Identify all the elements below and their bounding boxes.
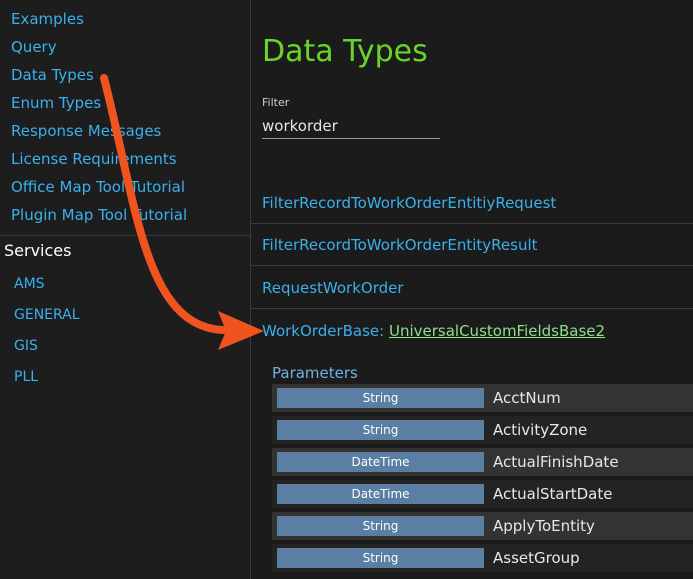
sidebar-item-query[interactable]: Query xyxy=(0,33,250,61)
parameter-type-badge: String xyxy=(277,420,484,440)
sidebar-item-office-map-tool-tutorial[interactable]: Office Map Tool Tutorial xyxy=(0,173,250,201)
service-item-general[interactable]: GENERAL xyxy=(0,300,250,331)
service-item-pll[interactable]: PLL xyxy=(0,362,250,393)
parameter-name: ActualStartDate xyxy=(493,485,613,503)
main-content: Data Types Filter FilterRecordToWorkOrde… xyxy=(251,0,693,579)
services-list: AMS GENERAL GIS PLL xyxy=(0,269,250,393)
service-item-gis[interactable]: GIS xyxy=(0,331,250,362)
parameter-type-badge: String xyxy=(277,516,484,536)
parameter-type-badge: String xyxy=(277,548,484,568)
parameter-name: ActualFinishDate xyxy=(493,453,619,471)
sidebar-divider xyxy=(0,235,250,236)
type-link-filter-record-result[interactable]: FilterRecordToWorkOrderEntityResult xyxy=(262,236,538,254)
parameter-type-badge: DateTime xyxy=(277,484,484,504)
sidebar-nav: Examples Query Data Types Enum Types Res… xyxy=(0,0,250,229)
base-type-link[interactable]: UniversalCustomFieldsBase2 xyxy=(389,322,605,340)
parameter-name: ApplyToEntity xyxy=(493,517,595,535)
parameter-name: AcctNum xyxy=(493,389,561,407)
sidebar-item-data-types[interactable]: Data Types xyxy=(0,61,250,89)
sidebar-item-response-messages[interactable]: Response Messages xyxy=(0,117,250,145)
sidebar-item-plugin-map-tool-tutorial[interactable]: Plugin Map Tool Tutorial xyxy=(0,201,250,229)
parameter-row: String ApplyToEntity xyxy=(272,512,693,540)
filter-input[interactable] xyxy=(262,114,440,139)
parameter-row: DateTime ActualStartDate xyxy=(272,480,693,508)
sidebar: Examples Query Data Types Enum Types Res… xyxy=(0,0,251,579)
service-item-ams[interactable]: AMS xyxy=(0,269,250,300)
parameter-type-badge: DateTime xyxy=(277,452,484,472)
parameter-type-badge: String xyxy=(277,388,484,408)
parameter-name: AssetGroup xyxy=(493,549,580,567)
filter-label: Filter xyxy=(262,96,290,109)
sidebar-item-examples[interactable]: Examples xyxy=(0,5,250,33)
sidebar-item-license-requirements[interactable]: License Requirements xyxy=(0,145,250,173)
parameter-row: String AcctNum xyxy=(272,384,693,412)
selected-type-row: WorkOrderBase: UniversalCustomFieldsBase… xyxy=(251,310,693,352)
type-separator: : xyxy=(379,322,385,340)
type-row: RequestWorkOrder xyxy=(251,267,693,309)
parameter-row: DateTime ActualFinishDate xyxy=(272,448,693,476)
sidebar-item-enum-types[interactable]: Enum Types xyxy=(0,89,250,117)
type-link-filter-record-request[interactable]: FilterRecordToWorkOrderEntitiyRequest xyxy=(262,194,556,212)
services-heading: Services xyxy=(4,241,72,260)
type-link-request-work-order[interactable]: RequestWorkOrder xyxy=(262,279,404,297)
page-title: Data Types xyxy=(262,34,428,69)
type-link-work-order-base[interactable]: WorkOrderBase xyxy=(262,322,379,340)
parameter-name: ActivityZone xyxy=(493,421,588,439)
type-row: FilterRecordToWorkOrderEntityResult xyxy=(251,224,693,266)
parameter-row: String ActivityZone xyxy=(272,416,693,444)
parameters-heading: Parameters xyxy=(272,364,358,382)
parameter-row: String AssetGroup xyxy=(272,544,693,572)
type-row: FilterRecordToWorkOrderEntitiyRequest xyxy=(251,182,693,224)
